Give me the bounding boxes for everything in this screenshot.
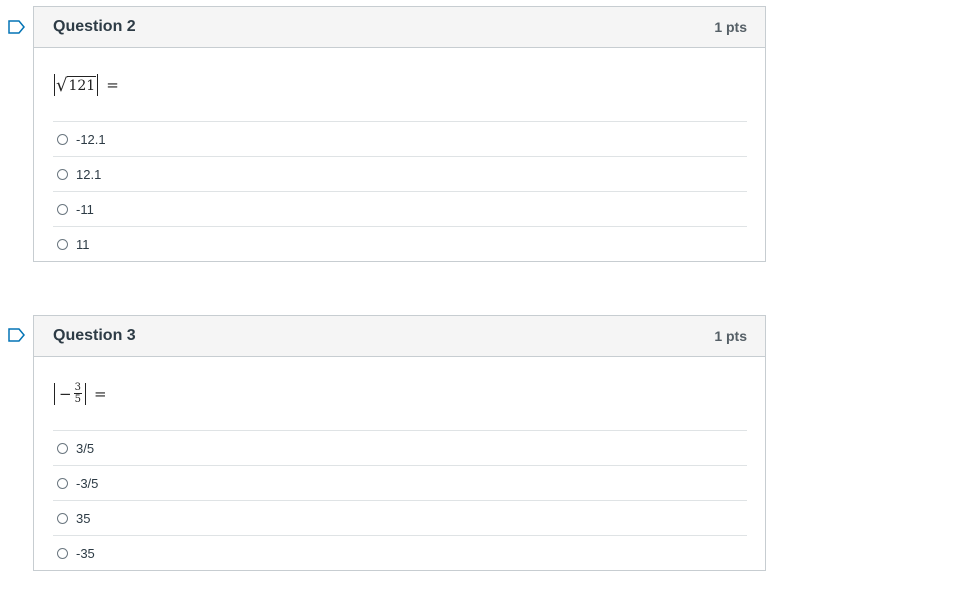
abs-bar-right (84, 382, 86, 405)
answer-option[interactable]: -11 (53, 191, 747, 226)
radio-button-icon[interactable] (57, 238, 68, 250)
question-text: √ 121 = (53, 48, 747, 121)
answer-label: 12.1 (76, 166, 102, 182)
abs-bar-right (97, 73, 99, 96)
radicand: 121 (67, 75, 97, 94)
answer-option[interactable]: 35 (53, 500, 747, 535)
minus-sign: − (59, 384, 72, 403)
answer-label: -12.1 (76, 131, 106, 147)
question-card: Question 2 1 pts √ 121 = -12.1 12.1 -11 … (33, 6, 766, 262)
answer-label: -3/5 (76, 475, 99, 491)
question-points: 1 pts (714, 19, 747, 35)
answer-label: -11 (76, 201, 94, 217)
answer-label: 11 (76, 236, 90, 252)
question-title: Question 2 (53, 18, 136, 35)
radio-button-icon[interactable] (57, 133, 68, 145)
question-header: Question 2 1 pts (34, 7, 765, 48)
answer-option[interactable]: -12.1 (53, 121, 747, 156)
fraction: 3 5 (73, 382, 82, 405)
question-body: − 3 5 = 3/5 -3/5 35 -35 (34, 357, 765, 570)
answer-label: 3/5 (76, 440, 95, 456)
question-text: − 3 5 = (53, 357, 747, 430)
radio-button-icon[interactable] (57, 477, 68, 489)
question-points: 1 pts (714, 328, 747, 344)
answer-option[interactable]: -35 (53, 535, 747, 570)
abs-bar-left (54, 73, 55, 96)
equals-sign: = (106, 75, 119, 94)
flag-question-icon[interactable] (8, 20, 26, 34)
flag-question-icon[interactable] (8, 328, 26, 342)
radio-button-icon[interactable] (57, 547, 68, 559)
question-title: Question 3 (53, 327, 136, 344)
math-expression: √ 121 = (53, 73, 119, 96)
answer-list: 3/5 -3/5 35 -35 (53, 430, 747, 570)
equals-sign: = (93, 384, 107, 403)
fraction-numerator: 3 (73, 382, 82, 394)
radio-button-icon[interactable] (57, 168, 68, 180)
question-card: Question 3 1 pts − 3 5 = 3/5 -3/5 35 -35 (33, 315, 766, 571)
answer-option[interactable]: -3/5 (53, 465, 747, 500)
answer-option[interactable]: 12.1 (53, 156, 747, 191)
radio-button-icon[interactable] (57, 442, 68, 454)
answer-list: -12.1 12.1 -11 11 (53, 121, 747, 261)
sqrt-icon: √ (56, 74, 68, 96)
question-header: Question 3 1 pts (34, 316, 765, 357)
radio-button-icon[interactable] (57, 512, 68, 524)
question-body: √ 121 = -12.1 12.1 -11 11 (34, 48, 765, 261)
answer-label: 35 (76, 510, 91, 526)
answer-option[interactable]: 11 (53, 226, 747, 261)
abs-bar-left (54, 382, 55, 405)
radio-button-icon[interactable] (57, 203, 68, 215)
answer-option[interactable]: 3/5 (53, 430, 747, 465)
fraction-denominator: 5 (74, 394, 81, 405)
answer-label: -35 (76, 545, 95, 561)
math-expression: − 3 5 = (53, 382, 107, 405)
